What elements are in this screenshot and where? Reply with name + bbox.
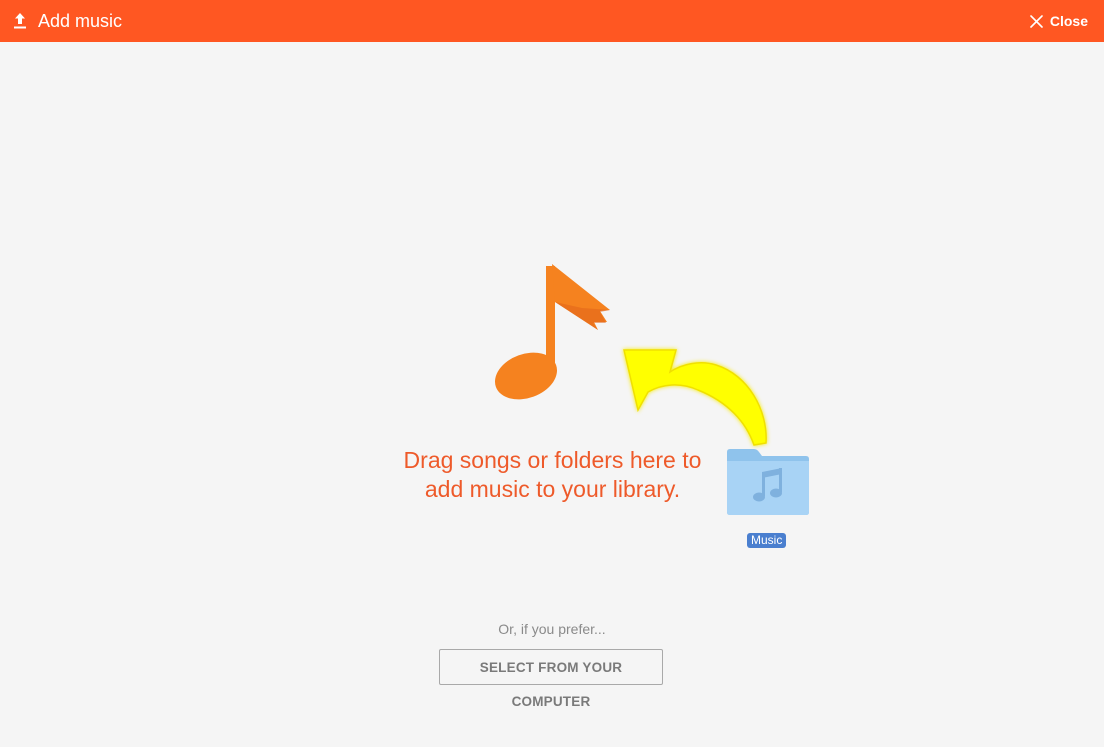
drop-instructions-line2: add music to your library.	[424, 476, 681, 502]
close-icon	[1030, 14, 1043, 28]
upload-icon	[14, 13, 26, 29]
curved-arrow	[623, 349, 767, 446]
dialog-title: Add music	[38, 11, 123, 31]
drop-instructions-line1: Drag songs or folders here to	[403, 447, 702, 473]
folder-label: Music	[747, 533, 787, 548]
alternative-prompt: Or, if you prefer...	[498, 621, 606, 637]
select-from-computer-button[interactable]: SELECT FROM YOUR COMPUTER	[439, 649, 663, 709]
close-label: Close	[1049, 13, 1088, 29]
header-bar: Add music Close	[0, 0, 1104, 42]
music-note-icon	[495, 264, 610, 400]
music-folder-icon	[727, 449, 809, 515]
drop-instructions: Drag songs or folders here to add music …	[380, 446, 725, 504]
close-button[interactable]: Close	[1030, 11, 1088, 31]
